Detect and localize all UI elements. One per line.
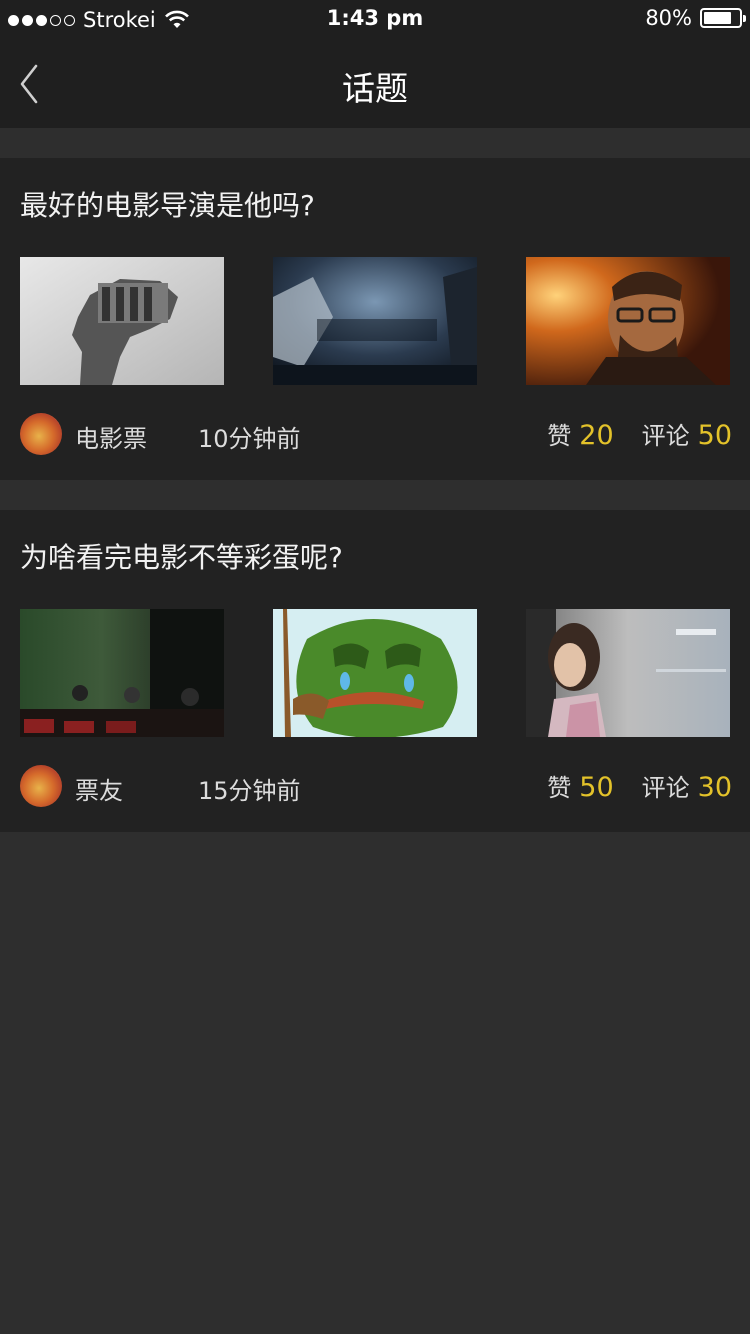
post-time: 15分钟前 <box>198 777 301 805</box>
topic-image[interactable] <box>526 609 730 737</box>
comment-label[interactable]: 评论 <box>642 416 690 451</box>
status-right: 80% <box>645 6 746 30</box>
status-bar: Strokei 1:43 pm 80% <box>0 0 750 40</box>
topic-image[interactable] <box>273 257 477 385</box>
status-time: 1:43 pm <box>326 6 424 30</box>
battery-icon <box>700 8 746 28</box>
topic-meta: 电影票 10分钟前 赞 20 评论 50 <box>20 412 732 456</box>
post-time: 10分钟前 <box>198 425 301 453</box>
like-label[interactable]: 赞 <box>547 768 571 803</box>
battery-percent: 80% <box>645 6 692 30</box>
topic-title[interactable]: 为啥看完电影不等彩蛋呢? <box>20 536 343 576</box>
topic-card[interactable]: 为啥看完电影不等彩蛋呢? 票友 15分钟前 赞 50 评论 30 <box>0 510 750 832</box>
like-count: 50 <box>579 772 614 803</box>
topic-meta: 票友 15分钟前 赞 50 评论 30 <box>20 764 732 808</box>
topic-images <box>20 257 730 385</box>
like-label[interactable]: 赞 <box>547 416 571 451</box>
topic-stats: 赞 50 评论 30 <box>547 768 732 803</box>
avatar[interactable] <box>20 765 62 807</box>
comment-label[interactable]: 评论 <box>642 768 690 803</box>
avatar[interactable] <box>20 413 62 455</box>
topic-image[interactable] <box>20 609 224 737</box>
comment-count: 50 <box>697 420 732 451</box>
topic-title[interactable]: 最好的电影导演是他吗? <box>20 184 315 224</box>
topic-card[interactable]: 最好的电影导演是他吗? 电影票 10分钟前 赞 20 评论 50 <box>0 158 750 480</box>
topic-image[interactable] <box>526 257 730 385</box>
page-title: 话题 <box>342 69 408 108</box>
comment-count: 30 <box>697 772 732 803</box>
like-count: 20 <box>579 420 614 451</box>
author-name[interactable]: 电影票 <box>75 419 147 454</box>
author-name[interactable]: 票友 <box>75 771 123 806</box>
topic-image[interactable] <box>273 609 477 737</box>
topic-images <box>20 609 730 737</box>
topic-image[interactable] <box>20 257 224 385</box>
topic-stats: 赞 20 评论 50 <box>547 416 732 451</box>
navigation-bar: 话题 <box>0 40 750 128</box>
